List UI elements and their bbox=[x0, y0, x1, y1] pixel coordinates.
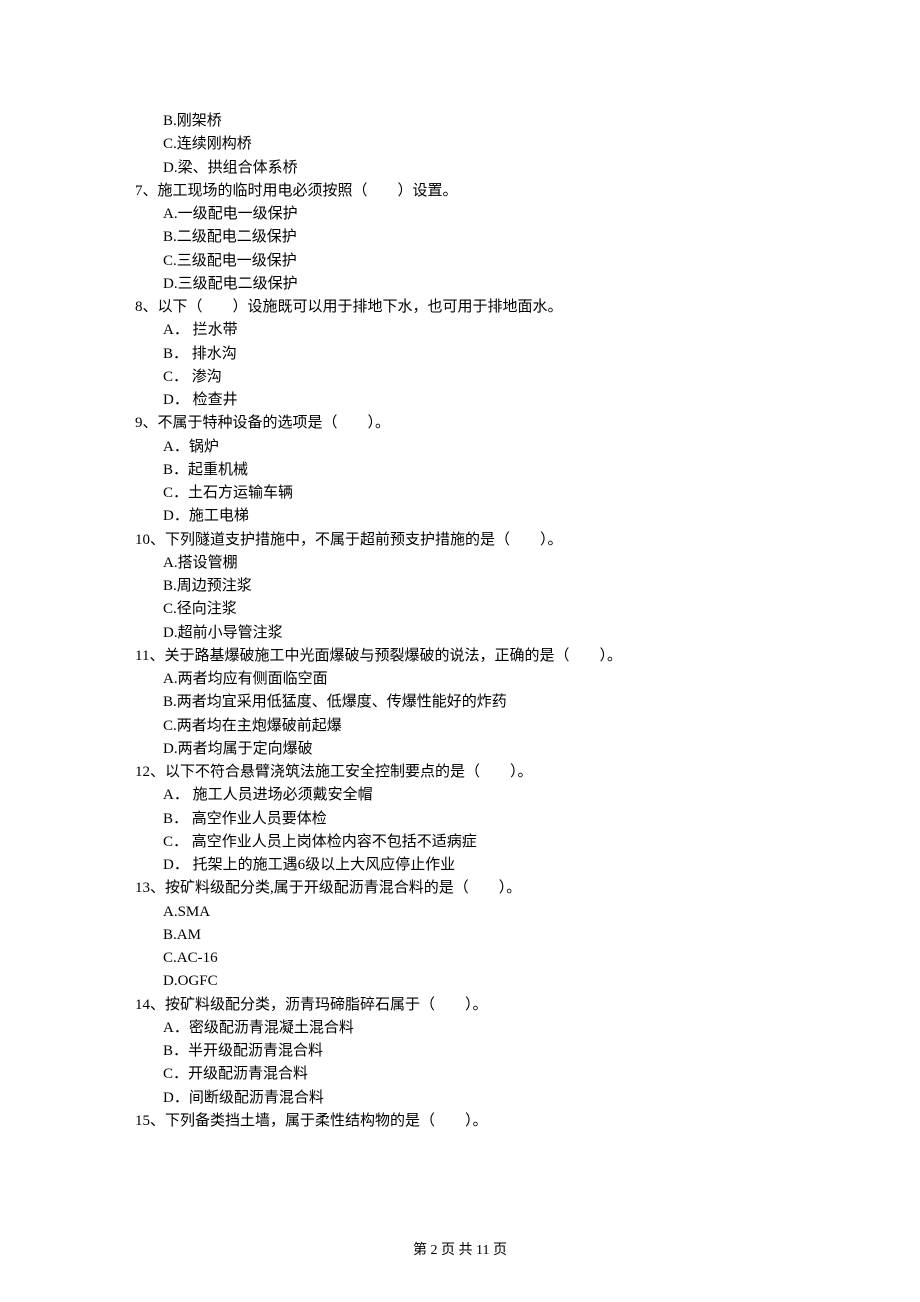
option-text: C.AC-16 bbox=[135, 947, 785, 970]
option-text: C.连续刚构桥 bbox=[135, 133, 785, 156]
option-text: B．起重机械 bbox=[135, 459, 785, 482]
option-text: C． 渗沟 bbox=[135, 366, 785, 389]
option-text: D.OGFC bbox=[135, 970, 785, 993]
option-text: D.三级配电二级保护 bbox=[135, 273, 785, 296]
page-footer: 第 2 页 共 11 页 bbox=[0, 1240, 920, 1262]
option-text: C．开级配沥青混合料 bbox=[135, 1063, 785, 1086]
option-text: B.刚架桥 bbox=[135, 110, 785, 133]
option-text: B．半开级配沥青混合料 bbox=[135, 1040, 785, 1063]
option-text: A．密级配沥青混凝土混合料 bbox=[135, 1017, 785, 1040]
option-text: A.一级配电一级保护 bbox=[135, 203, 785, 226]
document-page: B.刚架桥C.连续刚构桥D.梁、拱组合体系桥7、施工现场的临时用电必须按照（ ）… bbox=[0, 0, 920, 1302]
option-text: B.二级配电二级保护 bbox=[135, 226, 785, 249]
option-text: B． 高空作业人员要体检 bbox=[135, 808, 785, 831]
page-content: B.刚架桥C.连续刚构桥D.梁、拱组合体系桥7、施工现场的临时用电必须按照（ ）… bbox=[135, 110, 785, 1133]
option-text: D． 检查井 bbox=[135, 389, 785, 412]
option-text: D.超前小导管注浆 bbox=[135, 622, 785, 645]
option-text: D． 托架上的施工遇6级以上大风应停止作业 bbox=[135, 854, 785, 877]
option-text: A.搭设管棚 bbox=[135, 552, 785, 575]
option-text: A． 施工人员进场必须戴安全帽 bbox=[135, 784, 785, 807]
question-text: 10、下列隧道支护措施中，不属于超前预支护措施的是（ ）。 bbox=[135, 529, 785, 552]
question-text: 13、按矿料级配分类,属于开级配沥青混合料的是（ ）。 bbox=[135, 877, 785, 900]
question-text: 7、施工现场的临时用电必须按照（ ）设置。 bbox=[135, 180, 785, 203]
question-text: 11、关于路基爆破施工中光面爆破与预裂爆破的说法，正确的是（ ）。 bbox=[135, 645, 785, 668]
option-text: B.周边预注浆 bbox=[135, 575, 785, 598]
question-text: 12、以下不符合悬臂浇筑法施工安全控制要点的是（ ）。 bbox=[135, 761, 785, 784]
question-text: 14、按矿料级配分类，沥青玛碲脂碎石属于（ ）。 bbox=[135, 994, 785, 1017]
option-text: D．施工电梯 bbox=[135, 505, 785, 528]
question-text: 8、以下（ ）设施既可以用于排地下水，也可用于排地面水。 bbox=[135, 296, 785, 319]
option-text: B.AM bbox=[135, 924, 785, 947]
option-text: A.两者均应有侧面临空面 bbox=[135, 668, 785, 691]
option-text: C.三级配电一级保护 bbox=[135, 250, 785, 273]
option-text: C.两者均在主炮爆破前起爆 bbox=[135, 715, 785, 738]
option-text: C．土石方运输车辆 bbox=[135, 482, 785, 505]
option-text: A． 拦水带 bbox=[135, 319, 785, 342]
option-text: B． 排水沟 bbox=[135, 343, 785, 366]
option-text: A．锅炉 bbox=[135, 436, 785, 459]
option-text: B.两者均宜采用低猛度、低爆度、传爆性能好的炸药 bbox=[135, 691, 785, 714]
option-text: A.SMA bbox=[135, 901, 785, 924]
question-text: 9、不属于特种设备的选项是（ ）。 bbox=[135, 412, 785, 435]
question-text: 15、下列备类挡土墙，属于柔性结构物的是（ ）。 bbox=[135, 1110, 785, 1133]
option-text: D.两者均属于定向爆破 bbox=[135, 738, 785, 761]
option-text: C.径向注浆 bbox=[135, 598, 785, 621]
option-text: C． 高空作业人员上岗体检内容不包括不适病症 bbox=[135, 831, 785, 854]
option-text: D．间断级配沥青混合料 bbox=[135, 1087, 785, 1110]
option-text: D.梁、拱组合体系桥 bbox=[135, 157, 785, 180]
